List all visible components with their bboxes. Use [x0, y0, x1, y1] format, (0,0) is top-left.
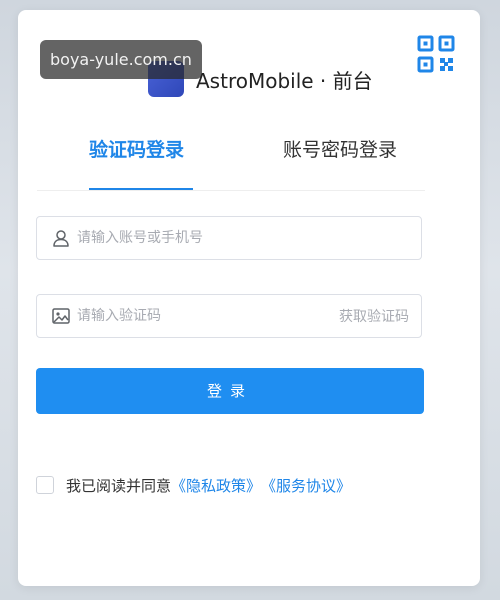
- verification-code-input[interactable]: [75, 295, 339, 337]
- tab-password-login[interactable]: 账号密码登录: [283, 130, 397, 190]
- qr-code-icon[interactable]: [416, 34, 456, 74]
- code-field: 获取验证码: [36, 294, 422, 338]
- agreement-checkbox[interactable]: [36, 476, 54, 494]
- privacy-policy-link[interactable]: 《隐私政策》: [171, 475, 261, 496]
- agreement-row: 我已阅读并同意 《隐私政策》 《服务协议》: [36, 474, 351, 496]
- login-tabs: 验证码登录 账号密码登录: [37, 130, 425, 190]
- brand-name: AstroMobile · 前台: [196, 68, 373, 93]
- service-agreement-link[interactable]: 《服务协议》: [261, 475, 351, 496]
- image-icon: [52, 308, 70, 324]
- login-button[interactable]: 登录: [36, 368, 424, 414]
- watermark-overlay: boya-yule.com.cn: [40, 40, 202, 79]
- agreement-text: 我已阅读并同意: [66, 476, 172, 495]
- tabs-divider: [37, 190, 425, 191]
- get-code-button[interactable]: 获取验证码: [339, 306, 409, 326]
- account-field: [36, 216, 422, 260]
- tab-sms-login[interactable]: 验证码登录: [89, 130, 184, 190]
- user-icon: [53, 230, 69, 247]
- account-input[interactable]: [75, 217, 421, 259]
